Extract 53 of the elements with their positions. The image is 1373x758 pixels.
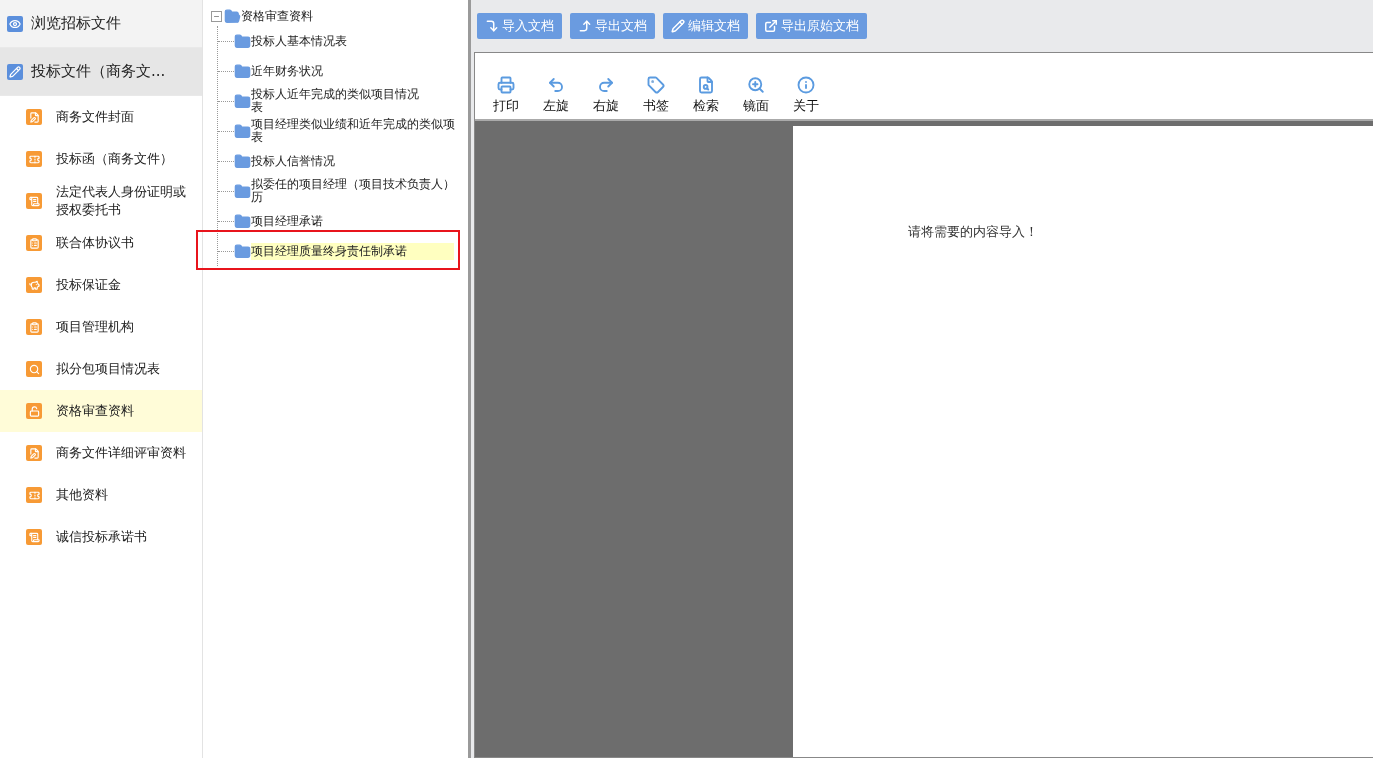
folder-icon: [234, 92, 251, 110]
folder-icon: [234, 242, 251, 260]
sidebar-section[interactable]: 投标文件（商务文...: [0, 48, 202, 96]
sidebar-section[interactable]: 浏览招标文件: [0, 0, 202, 48]
viewer-tool-button[interactable]: 书签: [631, 76, 681, 115]
sidebar-item-label: 项目管理机构: [56, 318, 134, 336]
sidebar-item[interactable]: 资格审查资料: [0, 390, 202, 432]
sidebar-item-label: 商务文件详细评审资料: [56, 444, 186, 462]
sidebar-item-label: 法定代表人身份证明或授权委托书: [56, 183, 187, 219]
action-icon: [578, 19, 592, 33]
sidebar-item-label: 其他资料: [56, 486, 108, 504]
pencil-icon: [7, 63, 23, 80]
rotate-left-icon: [547, 76, 565, 94]
action-icon: [485, 19, 499, 33]
eye-icon: [7, 15, 23, 32]
viewer-tool-button[interactable]: 打印: [481, 76, 531, 115]
collapse-icon[interactable]: [211, 10, 222, 22]
folder-icon: [224, 7, 241, 25]
tree-node[interactable]: 项目经理质量终身责任制承诺: [251, 242, 454, 260]
viewer-tool-button[interactable]: 右旋: [581, 76, 631, 115]
folder-icon: [234, 122, 251, 140]
folder-icon: [234, 62, 251, 80]
tree-node[interactable]: 投标人近年完成的类似项目情况 表: [251, 86, 419, 116]
sidebar-item-label: 投标函（商务文件）: [56, 150, 173, 168]
sidebar-item-label: 商务文件封面: [56, 108, 134, 126]
sidebar-item-label: 投标保证金: [56, 276, 121, 294]
sidebar-item-label: 拟分包项目情况表: [56, 360, 160, 378]
folder-icon: [234, 212, 251, 230]
action-icon: [671, 19, 685, 33]
folder-icon: [234, 182, 251, 200]
tree-node[interactable]: 项目经理类似业绩和近年完成的类似项 表: [251, 116, 455, 146]
viewer-tool-button[interactable]: 左旋: [531, 76, 581, 115]
viewer-tool-button[interactable]: 检索: [681, 76, 731, 115]
viewer-tool-button[interactable]: 关于: [781, 76, 831, 115]
bookmark-icon: [647, 76, 665, 94]
sidebar-item-label: 诚信投标承诺书: [56, 528, 147, 546]
find-icon: [697, 76, 715, 94]
viewer-tool-button[interactable]: 镜面: [731, 76, 781, 115]
tree-node[interactable]: 项目经理承诺: [251, 212, 323, 230]
print-icon: [497, 76, 515, 94]
action-icon: [764, 19, 778, 33]
empty-message: 请将需要的内容导入！: [908, 223, 1038, 241]
tree-node[interactable]: 投标人基本情况表: [251, 32, 347, 50]
tree-node[interactable]: 资格审查资料: [241, 7, 313, 25]
rotate-right-icon: [597, 76, 615, 94]
sidebar-item-label: 资格审查资料: [56, 402, 134, 420]
sidebar-item-label: 联合体协议书: [56, 234, 134, 252]
tree-node[interactable]: 近年财务状况: [251, 62, 323, 80]
zoom-icon: [747, 76, 765, 94]
tree-node[interactable]: 投标人信誉情况: [251, 152, 335, 170]
folder-icon: [234, 152, 251, 170]
folder-icon: [234, 32, 251, 50]
tree-node[interactable]: 拟委任的项目经理（项目技术负责人） 历: [251, 176, 455, 206]
